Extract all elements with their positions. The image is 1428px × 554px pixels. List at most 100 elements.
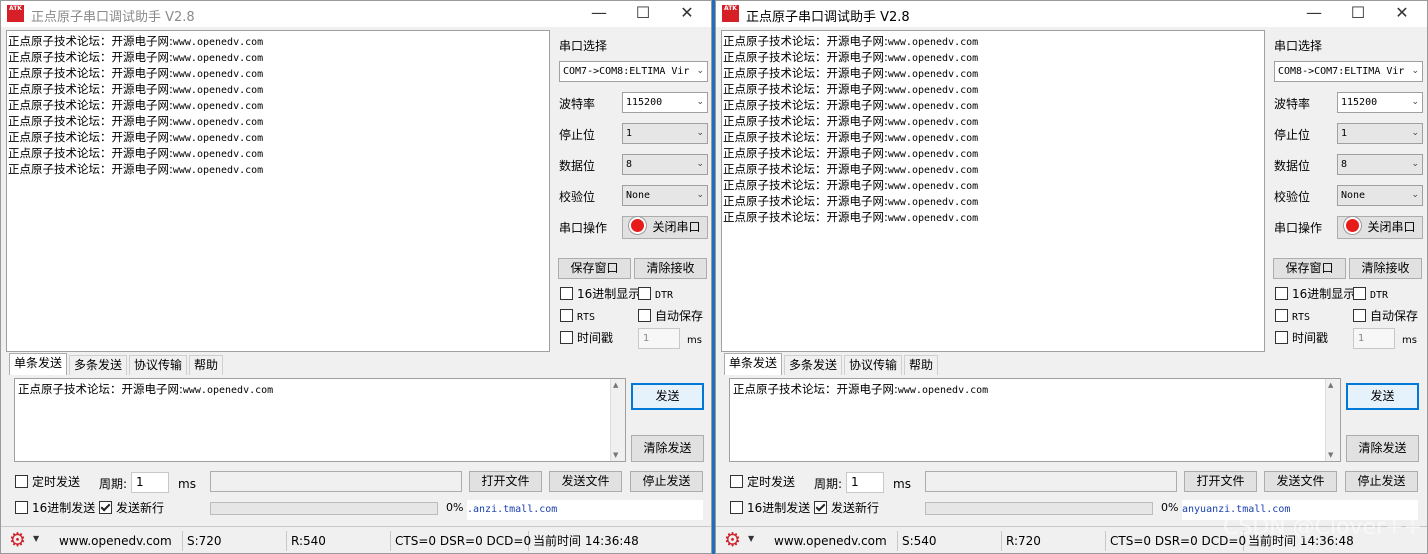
maximize-icon[interactable]: ☐: [1336, 1, 1380, 27]
send-text-url: www.openedv.com: [182, 385, 274, 396]
shop-link[interactable]: .anzi.tmall.com: [467, 500, 703, 520]
close-port-button[interactable]: 关闭串口: [622, 216, 708, 239]
stop-bits-select[interactable]: 1 ⌄: [622, 123, 708, 144]
receive-line-text: 正点原子技术论坛：开源电子网:: [723, 66, 888, 80]
receive-line: 正点原子技术论坛：开源电子网:www.openedv.com: [8, 81, 548, 97]
baud-select[interactable]: 115200 ⌄: [1337, 92, 1423, 113]
tab-protocol[interactable]: 协议传输: [844, 355, 903, 375]
receive-line-text: 正点原子技术论坛：开源电子网:: [723, 114, 888, 128]
clear-send-button[interactable]: 清除发送: [631, 435, 704, 462]
stop-send-button[interactable]: 停止发送: [1345, 471, 1418, 492]
close-icon[interactable]: ✕: [1380, 1, 1424, 27]
chevron-down-icon[interactable]: ▼: [33, 534, 39, 543]
hex-display-checkbox[interactable]: 16进制显示: [560, 286, 640, 302]
receive-line: 正点原子技术论坛：开源电子网:www.openedv.com: [723, 177, 1263, 193]
chevron-down-icon[interactable]: ▼: [748, 534, 754, 543]
timestamp-checkbox[interactable]: 时间戳: [560, 330, 613, 346]
tab-multi-send[interactable]: 多条发送: [784, 355, 843, 375]
title-bar[interactable]: ATK 正点原子串口调试助手 V2.8 — ☐ ✕: [716, 1, 1427, 27]
clear-send-button[interactable]: 清除发送: [1346, 435, 1419, 462]
save-window-button[interactable]: 保存窗口: [558, 258, 631, 279]
tab-help[interactable]: 帮助: [904, 355, 939, 375]
chevron-down-icon: ⌄: [696, 159, 704, 169]
tab-protocol[interactable]: 协议传输: [129, 355, 188, 375]
checkbox-icon: [15, 475, 28, 488]
parity-value: None: [1341, 190, 1366, 201]
timestamp-interval-input[interactable]: 1: [1353, 328, 1395, 349]
scroll-up-icon[interactable]: ▲: [613, 381, 618, 389]
timed-send-checkbox[interactable]: 定时发送: [730, 474, 795, 490]
scroll-up-icon[interactable]: ▲: [1328, 381, 1333, 389]
data-bits-select[interactable]: 8 ⌄: [622, 154, 708, 175]
hex-display-label: 16进制显示: [577, 287, 641, 301]
tab-single-send[interactable]: 单条发送: [724, 353, 783, 375]
title-bar[interactable]: ATK 正点原子串口调试助手 V2.8 — ☐ ✕: [1, 1, 711, 27]
save-window-button[interactable]: 保存窗口: [1273, 258, 1346, 279]
hex-send-checkbox[interactable]: 16进制发送: [15, 500, 95, 516]
receive-line: 正点原子技术论坛：开源电子网:www.openedv.com: [723, 33, 1263, 49]
port-select[interactable]: COM8->COM7:ELTIMA Vir ⌄: [1274, 61, 1423, 82]
parity-select[interactable]: None ⌄: [1337, 185, 1423, 206]
gear-icon[interactable]: ⚙: [724, 530, 744, 550]
file-path-field[interactable]: [925, 471, 1177, 492]
open-file-button[interactable]: 打开文件: [1184, 471, 1257, 492]
checkmark-icon: [814, 501, 827, 514]
timed-send-checkbox[interactable]: 定时发送: [15, 474, 80, 490]
send-newline-checkbox[interactable]: 发送新行: [99, 500, 164, 516]
period-input[interactable]: 1: [846, 472, 884, 493]
tab-help[interactable]: 帮助: [189, 355, 224, 375]
close-port-button[interactable]: 关闭串口: [1337, 216, 1423, 239]
baud-select[interactable]: 115200 ⌄: [622, 92, 708, 113]
send-button[interactable]: 发送: [1346, 383, 1419, 410]
send-file-button[interactable]: 发送文件: [549, 471, 622, 492]
timestamp-checkbox[interactable]: 时间戳: [1275, 330, 1328, 346]
clear-receive-button[interactable]: 清除接收: [1349, 258, 1422, 279]
send-progress-bar: [210, 502, 438, 515]
tab-single-send[interactable]: 单条发送: [9, 353, 68, 375]
stop-bits-select[interactable]: 1 ⌄: [1337, 123, 1423, 144]
auto-save-checkbox[interactable]: 自动保存: [1353, 308, 1418, 324]
dtr-checkbox[interactable]: DTR: [638, 286, 673, 302]
receive-area[interactable]: 正点原子技术论坛：开源电子网:www.openedv.com 正点原子技术论坛：开…: [6, 30, 550, 352]
checkbox-icon: [15, 501, 28, 514]
receive-line-url: www.openedv.com: [887, 133, 979, 144]
minimize-icon[interactable]: —: [1292, 1, 1336, 27]
maximize-icon[interactable]: ☐: [621, 1, 665, 27]
hex-display-checkbox[interactable]: 16进制显示: [1275, 286, 1355, 302]
open-file-button[interactable]: 打开文件: [469, 471, 542, 492]
data-bits-select[interactable]: 8 ⌄: [1337, 154, 1423, 175]
dtr-checkbox[interactable]: DTR: [1353, 286, 1388, 302]
send-newline-checkbox[interactable]: 发送新行: [814, 500, 879, 516]
clear-receive-button[interactable]: 清除接收: [634, 258, 707, 279]
rts-checkbox[interactable]: RTS: [560, 308, 595, 324]
timestamp-interval-input[interactable]: 1: [638, 328, 680, 349]
file-path-field[interactable]: [210, 471, 462, 492]
send-scrollbar[interactable]: ▲ ▼: [1325, 379, 1340, 461]
auto-save-checkbox[interactable]: 自动保存: [638, 308, 703, 324]
send-input[interactable]: 正点原子技术论坛：开源电子网:www.openedv.com ▲ ▼: [729, 378, 1341, 462]
send-file-button[interactable]: 发送文件: [1264, 471, 1337, 492]
receive-area[interactable]: 正点原子技术论坛：开源电子网:www.openedv.com 正点原子技术论坛：开…: [721, 30, 1265, 352]
close-icon[interactable]: ✕: [665, 1, 709, 27]
period-input[interactable]: 1: [131, 472, 169, 493]
rts-checkbox[interactable]: RTS: [1275, 308, 1310, 324]
parity-select[interactable]: None ⌄: [622, 185, 708, 206]
status-website[interactable]: www.openedv.com: [770, 531, 898, 551]
scroll-down-icon[interactable]: ▼: [1328, 451, 1333, 459]
receive-line: 正点原子技术论坛：开源电子网:www.openedv.com: [723, 97, 1263, 113]
status-website[interactable]: www.openedv.com: [55, 531, 183, 551]
scroll-down-icon[interactable]: ▼: [613, 451, 618, 459]
gear-icon[interactable]: ⚙: [9, 530, 29, 550]
hex-send-checkbox[interactable]: 16进制发送: [730, 500, 810, 516]
receive-line-url: www.openedv.com: [172, 69, 264, 80]
port-select-label: 串口选择: [1274, 39, 1323, 53]
stop-send-button[interactable]: 停止发送: [630, 471, 703, 492]
send-scrollbar[interactable]: ▲ ▼: [610, 379, 625, 461]
checkbox-icon: [560, 309, 573, 322]
send-input[interactable]: 正点原子技术论坛：开源电子网:www.openedv.com ▲ ▼: [14, 378, 626, 462]
timestamp-unit: ms: [687, 335, 702, 346]
minimize-icon[interactable]: —: [577, 1, 621, 27]
port-select[interactable]: COM7->COM8:ELTIMA Vir ⌄: [559, 61, 708, 82]
tab-multi-send[interactable]: 多条发送: [69, 355, 128, 375]
send-button[interactable]: 发送: [631, 383, 704, 410]
